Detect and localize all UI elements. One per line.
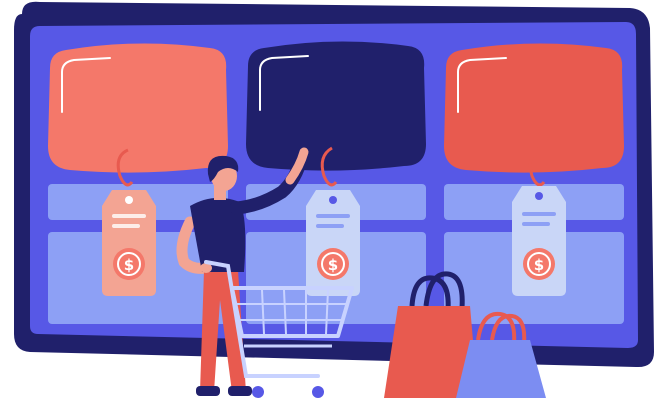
price-symbol-2: $ <box>328 256 338 274</box>
product-card-navy <box>246 41 426 171</box>
price-symbol-3: $ <box>534 256 544 274</box>
price-symbol-1: $ <box>124 256 134 274</box>
cart-wheel-left <box>252 386 264 398</box>
product-card-salmon <box>48 43 228 173</box>
shopping-illustration: $ $ $ <box>0 0 667 405</box>
cart-wheel-right <box>312 386 324 398</box>
